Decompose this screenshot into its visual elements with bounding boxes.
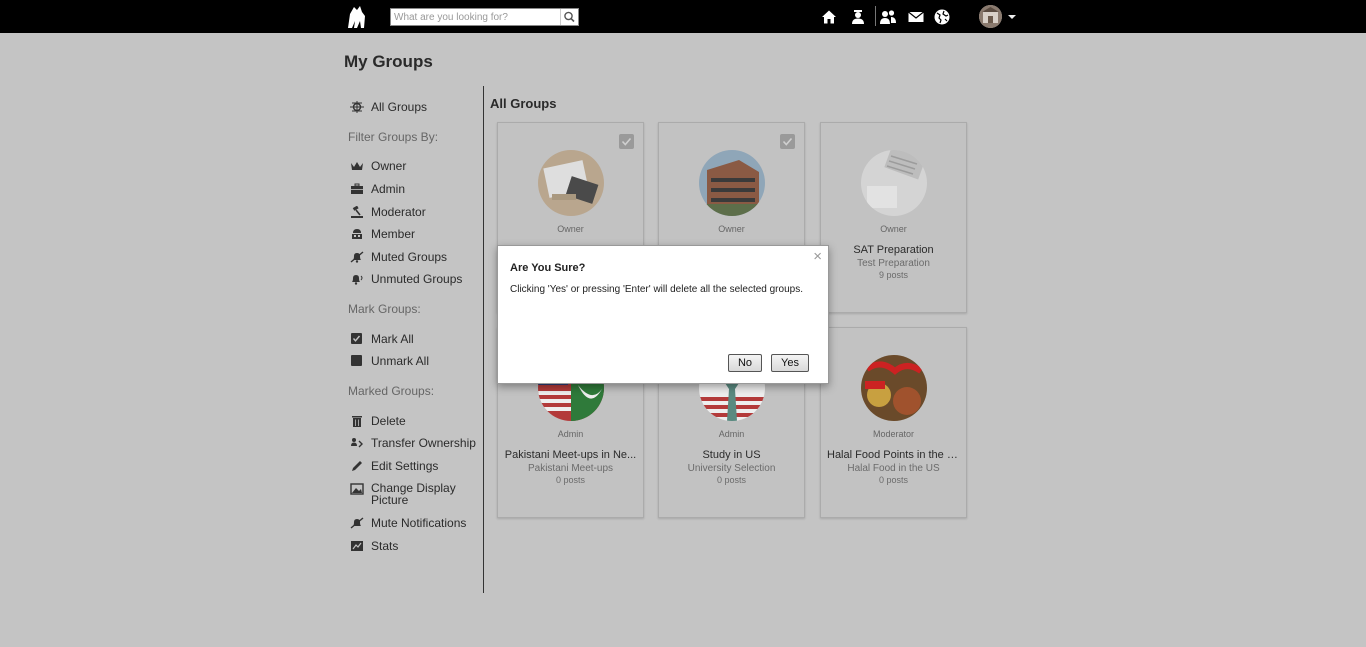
sidebar-item-label: Muted Groups [371,250,448,264]
group-category: Halal Food in the US [847,463,940,474]
group-post-count: 0 posts [878,475,909,485]
chevron-down-icon[interactable] [1008,15,1016,19]
group-role: Admin [718,429,745,439]
sidebar-item-moderator[interactable]: Moderator [350,205,426,219]
search-icon [564,11,575,23]
sidebar-item-all-groups[interactable]: All Groups [350,100,427,114]
sidebar-item-label: Change Display Picture [371,481,456,507]
mail-icon[interactable] [907,8,925,26]
yes-button[interactable]: Yes [771,354,809,372]
group-category: Test Preparation [857,258,930,269]
logo-icon[interactable] [344,4,368,30]
sidebar-item-label: Unmuted Groups [371,272,463,286]
sidebar-item-label: Stats [371,539,399,553]
user-avatar[interactable] [979,5,1002,28]
close-icon[interactable]: × [813,248,822,265]
sidebar-item-change-display-picture[interactable]: Change Display Picture [350,482,470,506]
check-icon [782,137,793,146]
group-category: Pakistani Meet-ups [527,463,614,474]
group-card[interactable]: Owner SAT Preparation Test Preparation 9… [820,122,967,313]
group-role: Owner [718,224,745,234]
sidebar-item-label: Owner [371,159,407,173]
marked-heading: Marked Groups: [348,384,435,398]
sidebar-item-unmark-all[interactable]: Unmark All [350,354,429,368]
dialog-title: Are You Sure? [510,262,586,274]
profile-icon[interactable] [849,8,867,26]
filter-heading: Filter Groups By: [348,130,439,144]
briefcase-icon [351,183,363,194]
sidebar-item-label: Edit Settings [371,459,439,473]
group-post-count: 0 posts [716,475,747,485]
sidebar-item-member[interactable]: Member [350,227,415,241]
bell-icon [352,275,363,285]
sidebar-item-label: Admin [371,182,406,196]
group-picture[interactable] [538,150,604,216]
pencil-icon [352,461,362,471]
transfer-icon [351,438,363,448]
group-name[interactable]: Study in US [665,449,798,461]
sidebar-item-unmuted-groups[interactable]: Unmuted Groups [350,272,462,286]
sidebar-item-delete[interactable]: Delete [350,414,406,428]
top-navbar [0,0,1366,33]
sidebar-item-mute-notifications[interactable]: Mute Notifications [350,516,466,530]
group-name[interactable]: Pakistani Meet-ups in Ne... [504,449,637,461]
all-groups-icon [350,101,364,113]
picture-icon [350,483,364,495]
sidebar-item-label: Mark All [371,332,414,346]
search-button[interactable] [560,9,578,25]
group-card[interactable]: Moderator Halal Food Points in the US Ha… [820,327,967,518]
dialog-message: Clicking 'Yes' or pressing 'Enter' will … [510,284,803,295]
confirm-delete-dialog: × Are You Sure? Clicking 'Yes' or pressi… [497,245,829,384]
group-checkbox[interactable] [619,134,634,149]
stats-icon [351,541,363,551]
nav-divider [875,6,876,26]
search-box [390,8,579,26]
trash-icon [352,416,362,427]
sidebar-item-owner[interactable]: Owner [350,159,406,173]
group-post-count: 9 posts [878,270,909,280]
content-title: All Groups [490,96,557,111]
group-picture[interactable] [861,150,927,216]
group-checkbox[interactable] [780,134,795,149]
group-role: Owner [880,224,907,234]
group-picture[interactable] [861,355,927,421]
sidebar-item-admin[interactable]: Admin [350,182,405,196]
crown-icon [351,162,363,170]
page-title: My Groups [344,52,433,71]
search-input[interactable] [391,9,564,25]
group-post-count: 0 posts [555,475,586,485]
group-name[interactable]: Halal Food Points in the US [827,449,960,461]
sidebar-item-label: Mute Notifications [371,516,467,530]
gavel-icon [351,206,363,218]
bell-muted-icon [350,517,364,529]
group-role: Moderator [872,429,915,439]
check-icon [621,137,632,146]
group-name[interactable]: SAT Preparation [827,244,960,256]
sidebar-item-label: Member [371,227,416,241]
sidebar-item-label: Unmark All [371,354,430,368]
member-icon [352,229,362,239]
group-role: Owner [557,224,584,234]
checkbox-empty-icon [351,355,362,366]
checkbox-checked-icon [351,333,362,344]
sidebar-divider [483,86,484,593]
globe-icon[interactable] [933,8,951,26]
sidebar-item-label: All Groups [371,100,428,114]
sidebar-item-edit-settings[interactable]: Edit Settings [350,459,438,473]
sidebar-item-label: Moderator [371,205,426,219]
sidebar-item-label: Transfer Ownership [371,436,476,450]
no-button[interactable]: No [728,354,762,372]
friends-icon[interactable] [879,8,897,26]
group-category: University Selection [687,463,776,474]
mark-heading: Mark Groups: [348,302,421,316]
bell-muted-icon [350,251,364,263]
home-icon[interactable] [820,8,838,26]
sidebar-item-mark-all[interactable]: Mark All [350,332,414,346]
group-picture[interactable] [699,150,765,216]
sidebar-item-label: Delete [371,414,406,428]
sidebar-item-stats[interactable]: Stats [350,539,398,553]
sidebar-item-muted-groups[interactable]: Muted Groups [350,250,447,264]
group-role: Admin [557,429,584,439]
sidebar-item-transfer-ownership[interactable]: Transfer Ownership [350,436,476,450]
